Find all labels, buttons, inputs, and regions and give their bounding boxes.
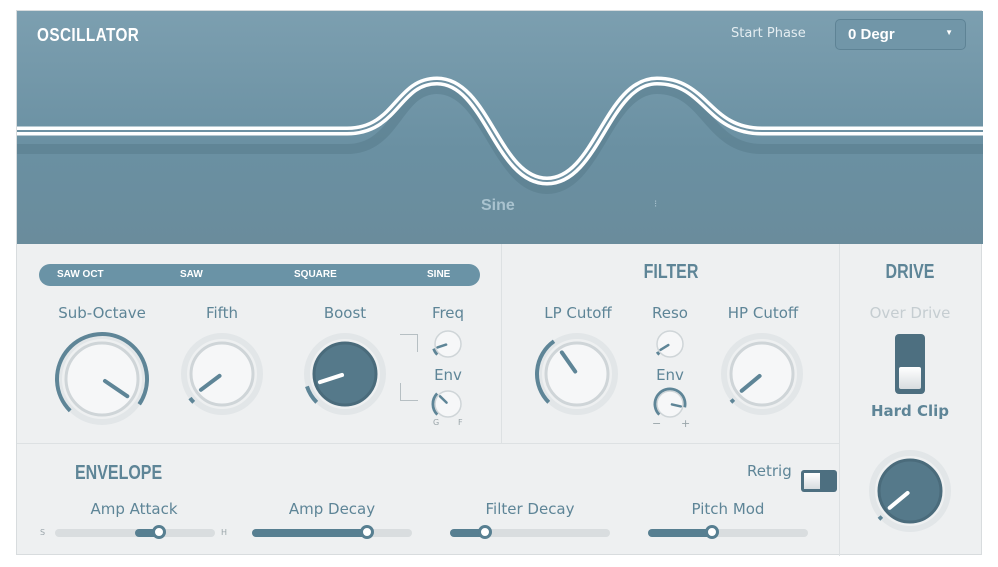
amp-attack-slider[interactable]: [55, 525, 215, 539]
oscillator-display: OSCILLATOR Start Phase 0 Degr ▼ Sine ⁝: [17, 11, 983, 244]
wave-name[interactable]: Sine: [481, 197, 515, 215]
fifth-knob[interactable]: [177, 329, 267, 423]
knob-graphic: [653, 387, 687, 418]
lp-cutoff-knob[interactable]: [532, 329, 622, 423]
oscillator-title: OSCILLATOR: [37, 25, 140, 45]
hp-cutoff-label: HP Cutoff: [727, 304, 799, 322]
switch-cap: [899, 367, 921, 389]
knob-body: [64, 341, 140, 417]
wave-type-selector[interactable]: SAW OCT SAW SQUARE SINE: [39, 264, 480, 286]
drive-knob[interactable]: [865, 446, 955, 540]
osc-env-label: Env: [434, 366, 462, 384]
boost-knob[interactable]: [300, 329, 390, 423]
knob-graphic: [431, 390, 462, 418]
knob-body: [877, 458, 943, 524]
envelope-title: ENVELOPE: [75, 462, 163, 484]
wave-menu-icon[interactable]: ⁝: [654, 199, 657, 210]
slider-thumb[interactable]: [152, 525, 166, 539]
slider-fill: [648, 529, 712, 537]
slider-thumb[interactable]: [478, 525, 493, 539]
attack-max-label: H: [221, 528, 228, 537]
retrig-toggle[interactable]: [801, 470, 837, 492]
knob-body: [544, 341, 610, 407]
wave-type-saw-oct[interactable]: SAW OCT: [57, 269, 104, 280]
boost-label: Boost: [323, 304, 367, 322]
knob-graphic: [181, 333, 263, 415]
knob-body: [729, 341, 795, 407]
freq-knob[interactable]: [430, 326, 466, 366]
knob-value-arc: [877, 515, 884, 521]
knob-body: [434, 330, 462, 358]
knob-graphic: [721, 333, 803, 415]
reso-label: Reso: [652, 304, 688, 322]
knob-value-arc: [729, 398, 736, 404]
slider-thumb[interactable]: [705, 525, 719, 539]
drive-mode-switch[interactable]: [895, 334, 925, 394]
toggle-cap: [804, 473, 820, 489]
lp-cutoff-label: LP Cutoff: [544, 304, 612, 322]
hp-cutoff-knob[interactable]: [717, 329, 807, 423]
attack-min-label: S: [40, 528, 46, 537]
wave-type-square[interactable]: SQUARE: [294, 269, 337, 280]
knob-graphic: [55, 332, 149, 425]
filter-env-label: Env: [656, 366, 684, 384]
knob-graphic: [655, 330, 684, 358]
knob-body: [434, 390, 462, 418]
envelope-section: ENVELOPE Retrig Amp Attack Amp Decay Fil…: [17, 443, 839, 556]
knob-graphic: [432, 330, 462, 358]
sub-octave-knob[interactable]: [52, 329, 152, 433]
knob-graphic: [535, 333, 618, 415]
knob-body: [189, 341, 255, 407]
osc-env-knob[interactable]: [430, 386, 466, 426]
filter-decay-label: Filter Decay: [485, 500, 575, 518]
fifth-label: Fifth: [205, 304, 239, 322]
synth-panel: OSCILLATOR Start Phase 0 Degr ▼ Sine ⁝ SA…: [16, 10, 983, 556]
drive-title: DRIVE: [885, 261, 935, 283]
retrig-label: Retrig: [747, 462, 792, 480]
amp-decay-label: Amp Decay: [288, 500, 376, 518]
knob-graphic: [304, 333, 386, 415]
divider: [501, 244, 502, 443]
reso-knob[interactable]: [652, 326, 688, 366]
pitch-mod-slider[interactable]: [648, 525, 808, 539]
start-phase-label: Start Phase: [731, 26, 806, 41]
hard-clip-label: Hard Clip: [870, 402, 950, 420]
step-icon: [400, 383, 418, 401]
step-icon: [400, 334, 418, 352]
slider-fill: [252, 529, 368, 537]
amp-decay-slider[interactable]: [252, 525, 412, 539]
filter-env-knob[interactable]: [652, 386, 688, 426]
knob-body: [656, 330, 684, 358]
wave-type-saw[interactable]: SAW: [180, 269, 203, 280]
over-drive-label: Over Drive: [869, 304, 951, 322]
sub-octave-label: Sub-Octave: [58, 304, 146, 322]
knob-body: [312, 341, 378, 407]
amp-attack-label: Amp Attack: [90, 500, 178, 518]
filter-title: FILTER: [643, 261, 699, 283]
start-phase-value: 0 Degr: [848, 26, 895, 43]
start-phase-select[interactable]: 0 Degr ▼: [835, 19, 966, 50]
pitch-mod-label: Pitch Mod: [691, 500, 765, 518]
slider-thumb[interactable]: [360, 525, 375, 539]
knob-body: [656, 390, 684, 418]
knob-graphic: [869, 450, 951, 532]
chevron-down-icon: ▼: [945, 28, 953, 37]
freq-label: Freq: [431, 304, 465, 322]
divider: [839, 244, 840, 556]
filter-decay-slider[interactable]: [450, 525, 610, 539]
wave-type-sine[interactable]: SINE: [427, 269, 450, 280]
